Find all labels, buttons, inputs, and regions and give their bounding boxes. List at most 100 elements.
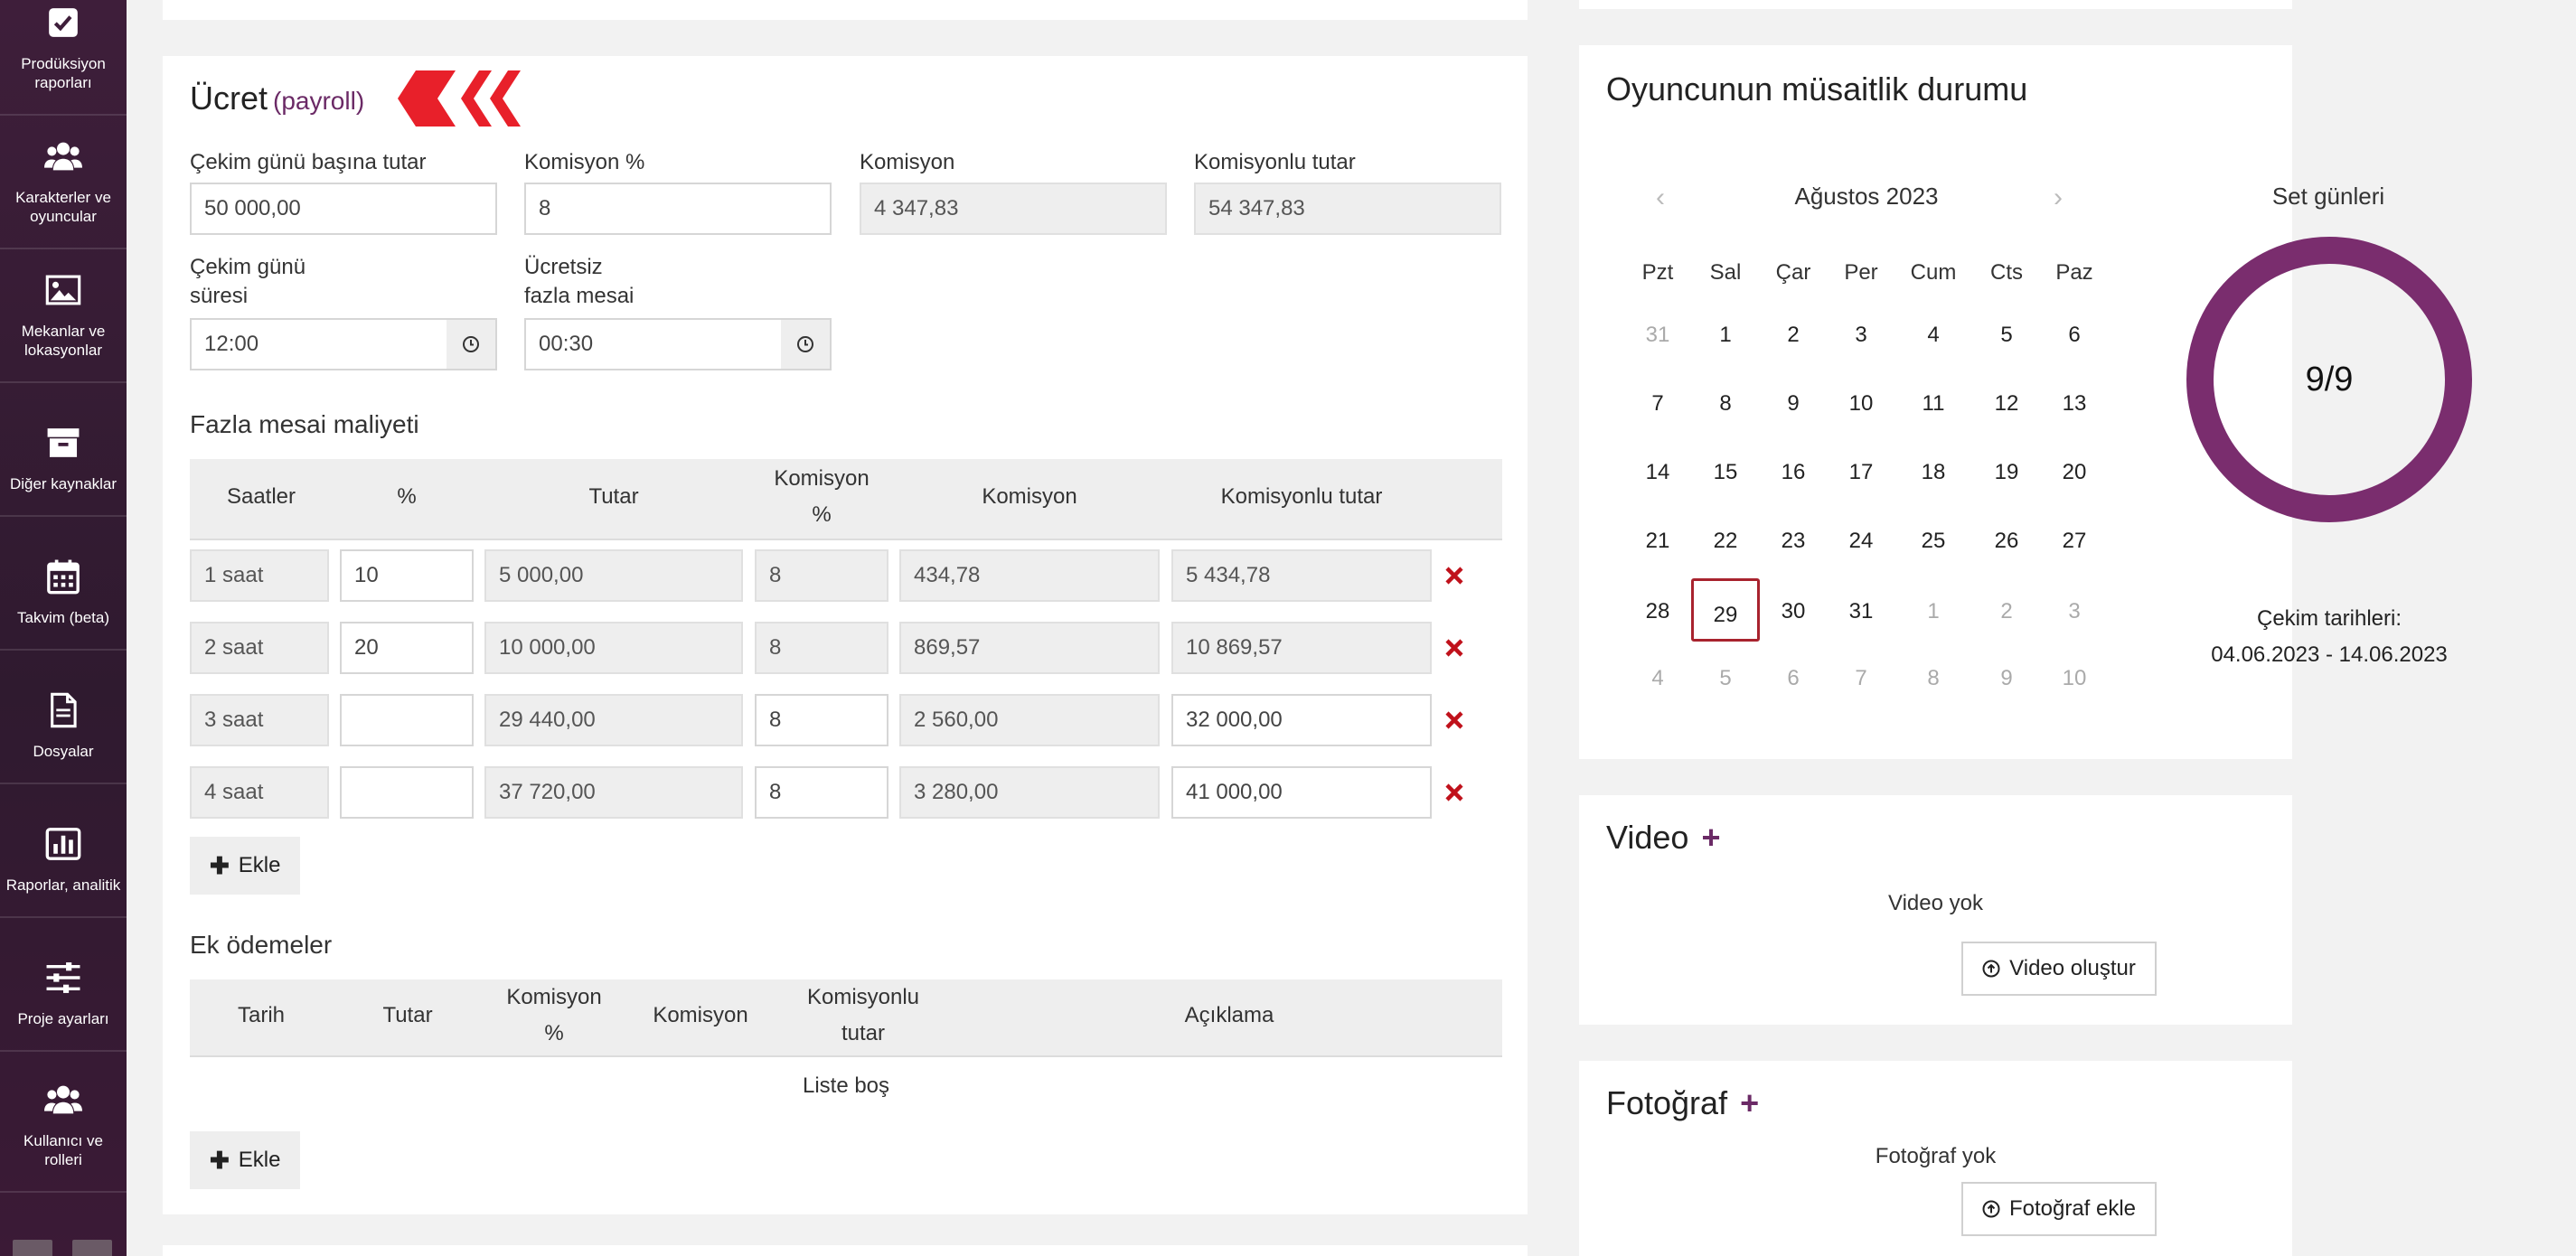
row-pct-input[interactable]: 10 bbox=[340, 549, 474, 602]
archive-icon bbox=[44, 424, 82, 462]
add-video-plus-icon[interactable]: + bbox=[1701, 819, 1720, 856]
row-pct-input[interactable] bbox=[340, 766, 474, 819]
calendar-day[interactable]: 20 bbox=[2047, 459, 2101, 486]
row-amount: 10 000,00 bbox=[484, 622, 743, 674]
delete-row-icon[interactable] bbox=[1441, 779, 1468, 806]
sidebar-item-project-settings[interactable]: Proje ayarları bbox=[0, 918, 127, 1052]
calendar-day[interactable]: 12 bbox=[1979, 390, 2034, 417]
calendar-day[interactable]: 1 bbox=[1698, 322, 1753, 349]
sidebar-item-reports[interactable]: Raporlar, analitik bbox=[0, 784, 127, 918]
sidebar: Prodüksiyon raporları Karakterler ve oyu… bbox=[0, 0, 127, 1256]
calendar-day[interactable]: 7 bbox=[1631, 390, 1685, 417]
weekday: Çar bbox=[1775, 260, 1811, 285]
delete-row-icon[interactable] bbox=[1441, 707, 1468, 734]
shoot-duration-label-line1: Çekim günü bbox=[190, 255, 306, 279]
daily-rate-input[interactable]: 50 000,00 bbox=[190, 183, 497, 235]
calendar-day[interactable]: 8 bbox=[1906, 665, 1960, 692]
sidebar-item-characters[interactable]: Karakterler ve oyuncular bbox=[0, 116, 127, 249]
sidebar-item-locations[interactable]: Mekanlar ve lokasyonlar bbox=[0, 249, 127, 383]
create-video-button[interactable]: Video oluştur bbox=[1961, 942, 2157, 996]
calendar-day[interactable]: 2 bbox=[1979, 598, 2034, 625]
calendar-day[interactable]: 15 bbox=[1698, 459, 1753, 486]
calendar-day[interactable]: 14 bbox=[1631, 459, 1685, 486]
clock-icon[interactable] bbox=[447, 318, 497, 370]
collapse-control[interactable] bbox=[13, 1240, 52, 1256]
row-total-input[interactable]: 32 000,00 bbox=[1171, 694, 1432, 746]
row-commission-pct-input[interactable]: 8 bbox=[755, 766, 888, 819]
row-total: 10 869,57 bbox=[1171, 622, 1432, 674]
row-commission-pct: 8 bbox=[755, 622, 888, 674]
calendar-day[interactable]: 25 bbox=[1906, 528, 1960, 555]
calendar-day[interactable]: 29 bbox=[1698, 602, 1753, 629]
col-total: Komisyonlu tutar bbox=[779, 979, 947, 1052]
calendar-day[interactable]: 10 bbox=[1834, 390, 1888, 417]
free-overtime-input[interactable]: 00:30 bbox=[524, 318, 783, 370]
next-month-icon[interactable]: › bbox=[2054, 183, 2063, 213]
next-card bbox=[163, 1245, 1528, 1256]
sidebar-item-production-reports[interactable]: Prodüksiyon raporları bbox=[0, 0, 127, 116]
sidebar-item-other-resources[interactable]: Diğer kaynaklar bbox=[0, 383, 127, 517]
calendar-day[interactable]: 26 bbox=[1979, 528, 2034, 555]
commission-pct-input[interactable]: 8 bbox=[524, 183, 832, 235]
calendar-day[interactable]: 8 bbox=[1698, 390, 1753, 417]
calendar-day[interactable]: 7 bbox=[1834, 665, 1888, 692]
overtime-title: Fazla mesai maliyeti bbox=[190, 410, 419, 438]
calendar-day[interactable]: 6 bbox=[1766, 665, 1820, 692]
calendar-day[interactable]: 23 bbox=[1766, 528, 1820, 555]
calendar-day[interactable]: 3 bbox=[2047, 598, 2101, 625]
calendar-day[interactable]: 4 bbox=[1906, 322, 1960, 349]
calendar-day[interactable]: 6 bbox=[2047, 322, 2101, 349]
calendar-day[interactable]: 16 bbox=[1766, 459, 1820, 486]
col-pct: % bbox=[397, 484, 417, 509]
calendar-day[interactable]: 11 bbox=[1906, 390, 1960, 417]
sidebar-item-label: Kullanıcı ve rolleri bbox=[24, 1132, 103, 1168]
payroll-subtitle: (payroll) bbox=[273, 87, 365, 115]
calendar-icon bbox=[44, 558, 82, 595]
calendar-day[interactable]: 28 bbox=[1631, 598, 1685, 625]
calendar-day[interactable]: 9 bbox=[1979, 665, 2034, 692]
calendar-day[interactable]: 19 bbox=[1979, 459, 2034, 486]
add-photo-button[interactable]: Fotoğraf ekle bbox=[1961, 1182, 2157, 1236]
row-hours: 1 saat bbox=[190, 549, 329, 602]
payroll-title-text: Ücret bbox=[190, 80, 268, 117]
calendar-day[interactable]: 31 bbox=[1631, 322, 1685, 349]
calendar-day[interactable]: 27 bbox=[2047, 528, 2101, 555]
calendar-day[interactable]: 24 bbox=[1834, 528, 1888, 555]
delete-row-icon[interactable] bbox=[1441, 562, 1468, 589]
calendar-day[interactable]: 22 bbox=[1698, 528, 1753, 555]
row-pct-input[interactable]: 20 bbox=[340, 622, 474, 674]
set-days-title: Set günleri bbox=[2271, 183, 2385, 210]
delete-row-icon[interactable] bbox=[1441, 634, 1468, 661]
calendar-day[interactable]: 5 bbox=[1698, 665, 1753, 692]
calendar-day[interactable]: 13 bbox=[2047, 390, 2101, 417]
clock-icon[interactable] bbox=[781, 318, 832, 370]
calendar-day[interactable]: 30 bbox=[1766, 598, 1820, 625]
add-photo-plus-icon[interactable]: + bbox=[1740, 1084, 1759, 1121]
free-overtime-label-line1: Ücretsiz bbox=[524, 255, 603, 279]
sidebar-item-calendar[interactable]: Takvim (beta) bbox=[0, 517, 127, 651]
row-commission-pct-input[interactable]: 8 bbox=[755, 694, 888, 746]
prev-month-icon[interactable]: ‹ bbox=[1656, 183, 1665, 213]
calendar-day[interactable]: 17 bbox=[1834, 459, 1888, 486]
calendar-day[interactable]: 18 bbox=[1906, 459, 1960, 486]
availability-title: Oyuncunun müsaitlik durumu bbox=[1606, 70, 2028, 108]
calendar-day[interactable]: 10 bbox=[2047, 665, 2101, 692]
calendar-day[interactable]: 9 bbox=[1766, 390, 1820, 417]
calendar-day[interactable]: 3 bbox=[1834, 322, 1888, 349]
toggle-control[interactable] bbox=[72, 1240, 112, 1256]
calendar-day[interactable]: 31 bbox=[1834, 598, 1888, 625]
sidebar-item-files[interactable]: Dosyalar bbox=[0, 651, 127, 784]
add-overtime-button[interactable]: ✚ Ekle bbox=[190, 837, 301, 895]
calendar-day[interactable]: 1 bbox=[1906, 598, 1960, 625]
row-pct-input[interactable] bbox=[340, 694, 474, 746]
sidebar-item-users-roles[interactable]: Kullanıcı ve rolleri bbox=[0, 1059, 127, 1193]
calendar-day[interactable]: 4 bbox=[1631, 665, 1685, 692]
sidebar-item-label: Dosyalar bbox=[33, 743, 94, 760]
calendar-day[interactable]: 2 bbox=[1766, 322, 1820, 349]
calendar-day[interactable]: 5 bbox=[1979, 322, 2034, 349]
shoot-duration-input[interactable]: 12:00 bbox=[190, 318, 448, 370]
calendar-day[interactable]: 21 bbox=[1631, 528, 1685, 555]
add-extra-payment-button[interactable]: ✚ Ekle bbox=[190, 1131, 301, 1189]
sidebar-item-label: Raporlar, analitik bbox=[5, 876, 121, 894]
row-total-input[interactable]: 41 000,00 bbox=[1171, 766, 1432, 819]
